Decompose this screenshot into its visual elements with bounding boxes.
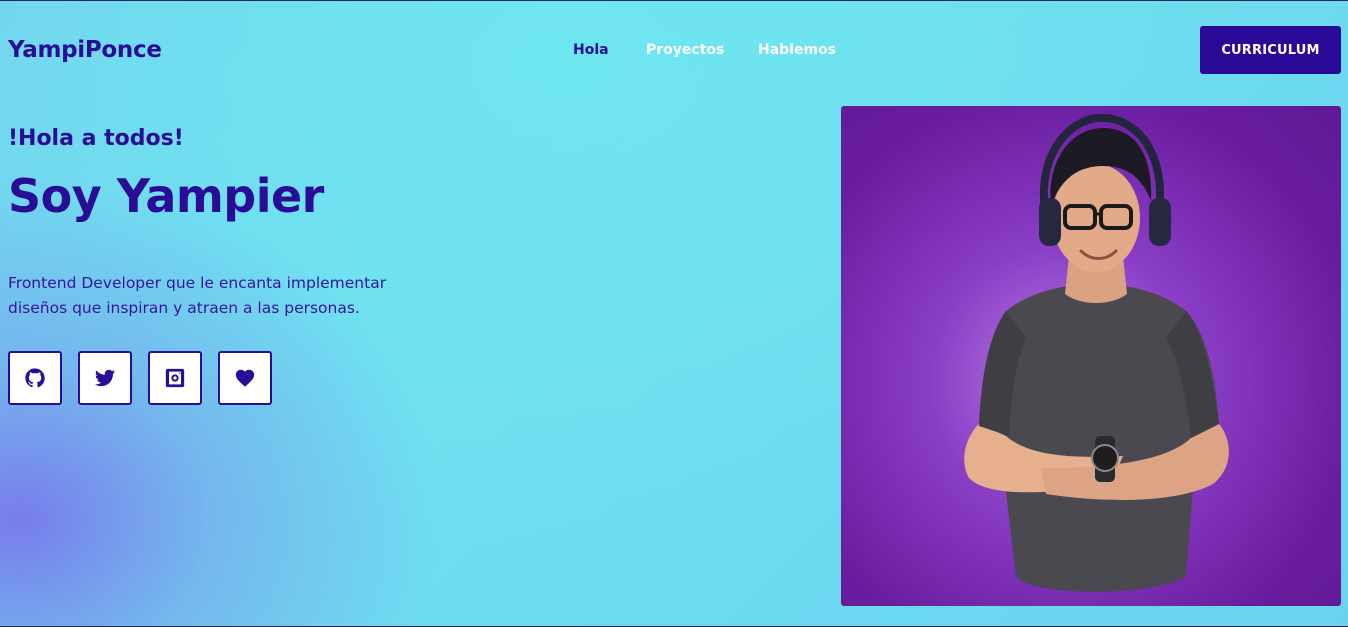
github-link[interactable] <box>8 351 62 405</box>
twitter-icon <box>94 369 116 387</box>
instagram-icon <box>165 368 185 388</box>
github-icon <box>25 368 45 388</box>
nav-link-hablemos[interactable]: Hablemos <box>758 42 836 58</box>
hero-description-line-2: diseños que inspiran y atraen a las pers… <box>8 299 360 317</box>
watch-face <box>1091 444 1119 472</box>
heart-link[interactable] <box>218 351 272 405</box>
curriculum-button[interactable]: CURRICULUM <box>1200 26 1341 74</box>
headphone-right <box>1149 198 1171 246</box>
hero-greeting: !Hola a todos! <box>8 126 184 151</box>
nav-link-hola[interactable]: Hola <box>573 42 609 58</box>
hero-description-line-1: Frontend Developer que le encanta implem… <box>8 274 387 292</box>
hero-title: Soy Yampier <box>8 169 324 223</box>
heart-icon <box>235 369 255 387</box>
social-links <box>8 351 272 405</box>
hero-description: Frontend Developer que le encanta implem… <box>8 271 428 321</box>
nav-link-proyectos[interactable]: Proyectos <box>646 42 724 58</box>
profile-photo <box>841 106 1341 606</box>
instagram-link[interactable] <box>148 351 202 405</box>
profile-illustration <box>964 113 1229 592</box>
main-nav: Hola Proyectos Hablemos <box>0 42 1348 62</box>
twitter-link[interactable] <box>78 351 132 405</box>
headphone-left <box>1039 198 1061 246</box>
